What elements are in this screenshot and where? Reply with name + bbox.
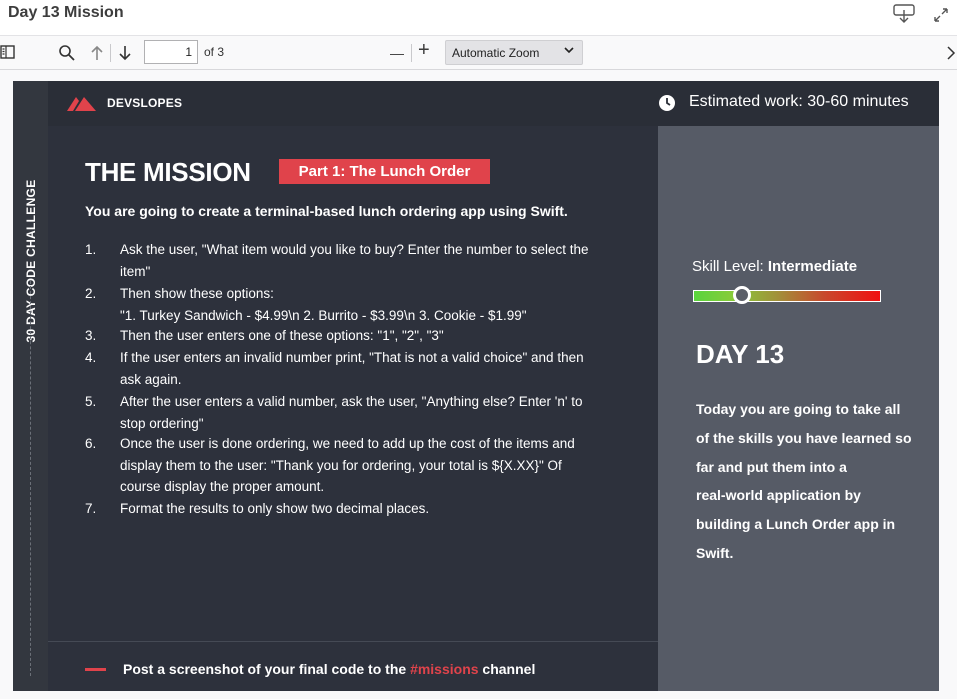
sidebar-toggle-icon[interactable] <box>0 45 16 63</box>
skill-level-value: Intermediate <box>767 258 858 275</box>
step-text: If the user enters an invalid number pri… <box>120 350 584 365</box>
skill-level-prefix: Skill Level: <box>692 258 768 275</box>
search-icon[interactable] <box>58 44 76 66</box>
footer-text-before: Post a screenshot of your final code to … <box>123 661 411 677</box>
step-text: Once the user is done ordering, we need … <box>120 436 575 451</box>
step-number: 6. <box>85 436 97 451</box>
day-description-line: building a Lunch Order app in <box>696 516 896 533</box>
arrow-up-icon[interactable] <box>89 44 105 66</box>
step-text: display them to the user: "Thank you for… <box>120 457 562 473</box>
zoom-select[interactable]: Automatic Zoom <box>445 40 583 65</box>
skill-level: Skill Level: Intermediate <box>692 258 857 275</box>
clock-icon <box>658 94 676 117</box>
step-text: course display the proper amount. <box>120 479 325 494</box>
day-description-line: Today you are going to take all <box>696 401 901 417</box>
step-text: stop ordering" <box>120 415 204 431</box>
missions-channel-link[interactable]: #missions <box>410 661 478 677</box>
part-badge: Part 1: The Lunch Order <box>279 159 490 184</box>
download-icon[interactable] <box>893 4 915 28</box>
arrow-down-icon[interactable] <box>117 44 133 66</box>
chevron-right-icon[interactable] <box>946 44 956 66</box>
footer-divider <box>48 641 658 642</box>
footer-accent <box>85 668 106 671</box>
title-bar: Day 13 Mission <box>0 0 957 36</box>
step-number: 3. <box>85 328 97 343</box>
zoom-select-value: Automatic Zoom <box>452 46 540 60</box>
day-title: DAY 13 <box>696 339 785 369</box>
side-label: 30 DAY CODE CHALLENGE <box>24 179 38 343</box>
day-description-line: real-world application by <box>696 487 861 504</box>
step-text: After the user enters a valid number, as… <box>120 394 583 409</box>
zoom-out-button[interactable]: — <box>390 45 404 61</box>
brand-name: DEVSLOPES <box>107 96 183 110</box>
mission-intro: You are going to create a terminal-based… <box>85 203 568 219</box>
step-text: item" <box>120 263 151 279</box>
day-description-line: of the skills you have learned so <box>696 429 912 446</box>
zoom-in-button[interactable]: + <box>418 40 430 60</box>
toolbar-separator <box>110 44 111 62</box>
step-text: Then show these options: <box>120 286 274 301</box>
window-title: Day 13 Mission <box>8 4 124 21</box>
pdf-page: 30 DAY CODE CHALLENGE DEVSLOPES Estimate… <box>13 81 939 691</box>
side-divider <box>30 281 31 676</box>
estimated-work: Estimated work: 30-60 minutes <box>689 93 909 110</box>
step-number: 2. <box>85 286 97 301</box>
day-description-line: Swift. <box>696 545 734 561</box>
mission-title: THE MISSION <box>85 157 251 187</box>
side-strip: 30 DAY CODE CHALLENGE <box>13 81 48 691</box>
page-number-input[interactable] <box>144 40 198 64</box>
step-number: 1. <box>85 242 97 257</box>
step-text: Then the user enters one of these option… <box>120 328 444 343</box>
skill-level-knob <box>733 286 752 304</box>
toolbar-separator <box>411 44 412 62</box>
step-text: ask again. <box>120 371 182 387</box>
devslopes-logo-icon <box>67 95 97 116</box>
step-number: 5. <box>85 394 97 409</box>
step-number: 7. <box>85 501 97 516</box>
step-text: "1. Turkey Sandwich - $4.99\n 2. Burrito… <box>120 307 527 323</box>
step-text: Ask the user, "What item would you like … <box>120 242 589 257</box>
page-count: of 3 <box>204 45 225 59</box>
chevron-down-icon <box>564 46 574 57</box>
expand-icon[interactable] <box>932 6 950 28</box>
footer-text-after: channel <box>478 661 536 677</box>
step-text: Format the results to only show two deci… <box>120 501 430 516</box>
skill-level-bar <box>693 286 881 304</box>
footer-text: Post a screenshot of your final code to … <box>123 661 535 677</box>
step-number: 4. <box>85 350 97 365</box>
day-description-line: far and put them into a <box>696 458 847 475</box>
